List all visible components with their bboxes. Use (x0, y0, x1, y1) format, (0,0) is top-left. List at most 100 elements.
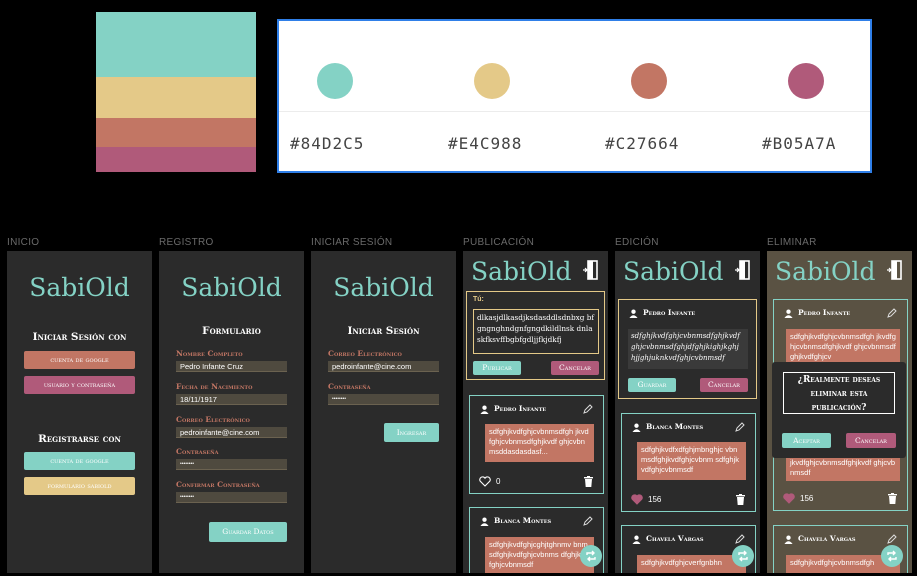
post-author: Blanca Montes (632, 422, 703, 432)
repost-fab[interactable] (732, 545, 754, 567)
user-icon (632, 535, 641, 544)
trash-icon[interactable] (888, 493, 897, 504)
like-heart-icon[interactable] (479, 476, 491, 487)
repost-fab[interactable] (881, 545, 903, 567)
post-body-tail: jkvdfghjcvbnmsdfghjkvdf ghjcvbnmsdf (786, 455, 900, 481)
delete-confirm-message: ¿Realmente deseas eliminar esta publicac… (783, 372, 895, 414)
like-count: 156 (648, 495, 662, 504)
palette-divider (279, 111, 870, 112)
repost-icon (887, 550, 897, 562)
app-logo: SabiOld (181, 273, 282, 302)
save-edit-button[interactable]: Guardar (628, 378, 676, 392)
edit-pencil-icon[interactable] (583, 516, 593, 526)
color-dot-pink (788, 63, 824, 99)
post-author-name: Blanca Montes (494, 516, 552, 525)
login-title: Iniciar Sesión (347, 325, 420, 337)
color-dot-orange (631, 63, 667, 99)
like-heart-icon[interactable] (631, 494, 643, 505)
post-author-name: Pedro Infante (494, 404, 547, 413)
name-label: Nombre Completo (176, 349, 243, 358)
app-logo: SabiOld (333, 273, 434, 302)
cancel-edit-button[interactable]: Cancelar (700, 378, 748, 392)
post-author-name: Pedro Infante (643, 308, 696, 317)
password-field[interactable]: •••••••• (176, 459, 287, 470)
screen-label-inicio: INICIO (7, 237, 40, 248)
name-field[interactable]: Pedro Infante Cruz (176, 361, 287, 372)
email-label: Correo Electrónico (328, 349, 402, 358)
post-author-name: Chavela Vargas (798, 534, 856, 543)
confirm-password-field[interactable]: •••••••• (176, 492, 287, 503)
post-card: Pedro Infante sdfghjkvdfghjcvbnmsdfgh jk… (469, 395, 604, 494)
post-body: sdfghjkvdfghjcvbnmsdfgh jkvdfghjcvbnmsdf… (485, 424, 594, 462)
google-login-button[interactable]: cuenta de google (24, 351, 135, 369)
repost-fab[interactable] (580, 545, 602, 567)
edit-pencil-icon[interactable] (887, 534, 897, 544)
repost-icon (738, 550, 748, 562)
user-icon (784, 535, 793, 544)
post-author: Chavela Vargas (784, 534, 856, 544)
register-with-title: Registrarse con (38, 433, 121, 445)
hex-label-teal: #84D2C5 (290, 134, 365, 153)
form-register-button[interactable]: formulario sabiold (24, 477, 135, 495)
palette-card: #84D2C5 #E4C988 #C27664 #B05A7A (277, 19, 872, 173)
edit-textarea[interactable]: sdfghjkvdfghjcvbnmsdfghjkvdf ghjcvbnmsdf… (628, 329, 748, 369)
delete-confirm-dialog: ¿Realmente deseas eliminar esta publicac… (772, 362, 906, 458)
user-icon (629, 309, 638, 318)
post-author: Pedro Infante (480, 404, 546, 414)
screen-login: SabiOld Iniciar Sesión Correo Electrónic… (311, 251, 456, 573)
login-with-title: Iniciar Sesión con (32, 331, 127, 343)
password-field[interactable]: •••••••• (328, 394, 439, 405)
hex-label-yellow: #E4C988 (448, 134, 523, 153)
screen-label-login: INICIAR SESIÓN (311, 237, 393, 248)
edit-pencil-icon[interactable] (887, 308, 897, 318)
repost-icon (586, 550, 596, 562)
save-data-button[interactable]: Guardar Datos (209, 522, 287, 542)
screen-label-registro: REGISTRO (159, 237, 214, 248)
screen-edicion: SabiOld Pedro Infante sdfghjkvdfghjcvbnm… (615, 251, 760, 573)
swatch-teal (96, 12, 256, 77)
form-title: Formulario (202, 325, 261, 337)
login-submit-button[interactable]: Ingresar (384, 423, 439, 442)
screen-publicacion: SabiOld Tú: dlkasjdlkasdjksdasddlsdnbxg … (463, 251, 608, 573)
user-icon (632, 423, 641, 432)
email-field[interactable]: pedroinfante@cine.com (328, 361, 439, 372)
logout-door-icon[interactable] (583, 260, 598, 280)
screen-label-eliminar: ELIMINAR (767, 237, 817, 248)
logout-door-icon[interactable] (735, 260, 750, 280)
color-dot-yellow (474, 63, 510, 99)
post-author: Pedro Infante (784, 308, 850, 318)
like-heart-icon[interactable] (783, 493, 795, 504)
birthdate-field[interactable]: 18/11/1917 (176, 394, 287, 405)
app-header: SabiOld (463, 251, 608, 291)
google-register-button[interactable]: cuenta de google (24, 452, 135, 470)
publish-button[interactable]: Publicar (473, 361, 521, 375)
screen-label-edicion: EDICIÓN (615, 237, 659, 248)
post-author-name: Blanca Montes (646, 422, 704, 431)
edit-pencil-icon[interactable] (583, 404, 593, 414)
trash-icon[interactable] (584, 476, 593, 487)
password-label: Contraseña (328, 382, 371, 391)
edit-pencil-icon[interactable] (735, 422, 745, 432)
screen-label-publicacion: PUBLICACIÓN (463, 237, 535, 248)
post-author: Pedro Infante (629, 308, 695, 318)
user-icon (784, 309, 793, 318)
post-card: Blanca Montes sdfghjkvdfxdfghjmbnghjc vb… (621, 413, 756, 512)
compose-label: Tú: (473, 296, 484, 303)
hex-label-orange: #C27664 (605, 134, 680, 153)
confirm-password-label: Confirmar Contraseña (176, 480, 260, 489)
accept-delete-button[interactable]: Aceptar (782, 433, 831, 448)
swatch-orange (96, 118, 256, 147)
email-field[interactable]: pedroinfante@cine.com (176, 427, 287, 438)
compose-textarea[interactable]: dlkasjdlkasdjksdasddlsdnbxg bfgngnghndgn… (473, 309, 599, 354)
trash-icon[interactable] (736, 494, 745, 505)
cancel-publish-button[interactable]: Cancelar (551, 361, 599, 375)
logout-door-icon[interactable] (887, 260, 902, 280)
cancel-delete-button[interactable]: Cancelar (846, 433, 896, 448)
user-icon (480, 405, 489, 414)
user-password-login-button[interactable]: usuario y contraseña (24, 376, 135, 394)
edit-panel: Pedro Infante sdfghjkvdfghjcvbnmsdfghjkv… (618, 299, 757, 399)
post-body: sdfghjkvdfxdfghjmbnghjc vbnmsdfghjkvdfgh… (637, 442, 746, 480)
edit-pencil-icon[interactable] (735, 534, 745, 544)
post-author-name: Chavela Vargas (646, 534, 704, 543)
screen-registro: SabiOld Formulario Nombre Completo Pedro… (159, 251, 304, 573)
